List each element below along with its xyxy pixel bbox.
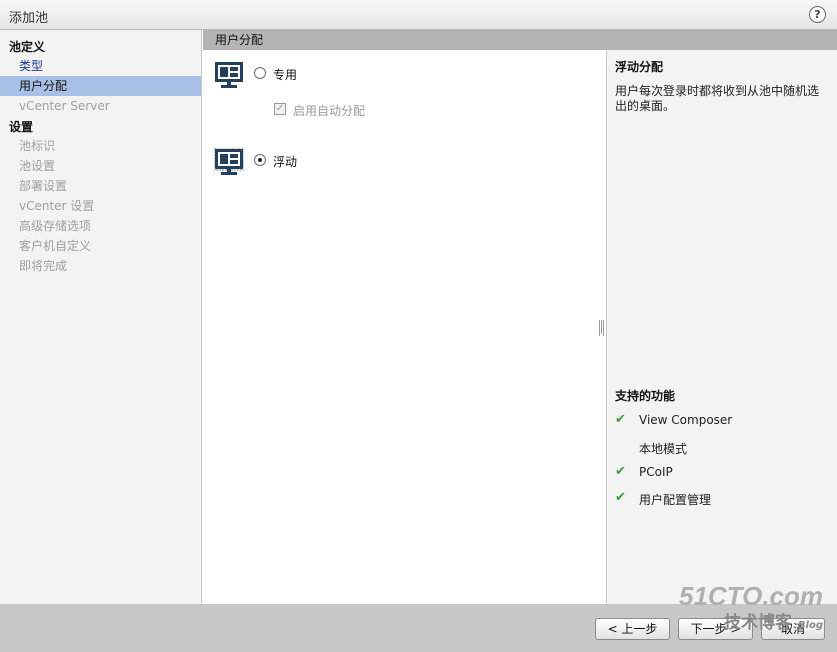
help-icon[interactable]: ? — [809, 6, 826, 23]
feature-label: PCoIP — [639, 465, 673, 479]
check-icon: ✔ — [615, 490, 626, 505]
feature-label: View Composer — [639, 413, 733, 427]
section-header: 用户分配 — [203, 30, 606, 50]
feature-item: ✔ 用户配置管理 — [615, 490, 830, 508]
info-panel: 浮动分配 用户每次登录时都将收到从池中随机选出的桌面。 支持的功能 ✔ View… — [606, 50, 837, 604]
nav-item-guest-customization[interactable]: 客户机自定义 — [0, 236, 201, 256]
dedicated-radio[interactable] — [254, 67, 266, 79]
window-titlebar: 添加池 ? — [0, 0, 837, 30]
feature-label: 用户配置管理 — [639, 493, 712, 507]
floating-desktop-icon — [214, 148, 244, 175]
panel-splitter-handle[interactable] — [599, 320, 604, 336]
floating-radio[interactable] — [254, 154, 266, 166]
floating-label: 浮动 — [273, 155, 298, 169]
features-title: 支持的功能 — [615, 389, 676, 403]
nav-item-pool-id[interactable]: 池标识 — [0, 136, 201, 156]
wizard-footer: < 上一步 下一步 > 取消 — [0, 604, 837, 652]
nav-item-vcenter-settings[interactable]: vCenter 设置 — [0, 196, 201, 216]
nav-item-pool-settings[interactable]: 池设置 — [0, 156, 201, 176]
nav-item-deploy-settings[interactable]: 部署设置 — [0, 176, 201, 196]
feature-label: 本地模式 — [639, 442, 688, 456]
wizard-sidebar: 池定义 类型 用户分配 vCenter Server 设置 池标识 池设置 部署… — [0, 30, 202, 604]
feature-item: ✔ View Composer — [615, 412, 830, 430]
main-panel: 用户分配 专用 ✓ 启用自动分配 浮动 — [203, 30, 606, 604]
check-icon: ✔ — [615, 464, 626, 479]
nav-item-vcenter-server[interactable]: vCenter Server — [0, 96, 201, 116]
back-button[interactable]: < 上一步 — [595, 618, 670, 640]
info-description: 用户每次登录时都将收到从池中随机选出的桌面。 — [615, 84, 820, 113]
feature-item: 本地模式 — [615, 439, 830, 457]
info-title: 浮动分配 — [615, 60, 664, 74]
dedicated-label: 专用 — [273, 68, 298, 82]
nav-item-user-assignment[interactable]: 用户分配 — [0, 76, 201, 96]
feature-item: ✔ PCoIP — [615, 464, 830, 482]
auto-assign-checkbox[interactable]: ✓ — [274, 103, 286, 115]
next-button[interactable]: 下一步 > — [678, 618, 753, 640]
nav-item-ready-to-complete[interactable]: 即将完成 — [0, 256, 201, 276]
check-icon: ✔ — [615, 412, 626, 427]
nav-item-type[interactable]: 类型 — [0, 56, 201, 76]
auto-assign-label: 启用自动分配 — [293, 104, 366, 118]
window-title: 添加池 — [9, 11, 49, 26]
nav-item-advanced-storage[interactable]: 高级存储选项 — [0, 216, 201, 236]
nav-group-settings: 设置 — [9, 120, 34, 134]
nav-group-pool-definition: 池定义 — [9, 40, 46, 54]
header-bar-extension — [606, 30, 837, 50]
cancel-button[interactable]: 取消 — [761, 618, 825, 640]
dedicated-desktop-icon — [215, 62, 243, 88]
